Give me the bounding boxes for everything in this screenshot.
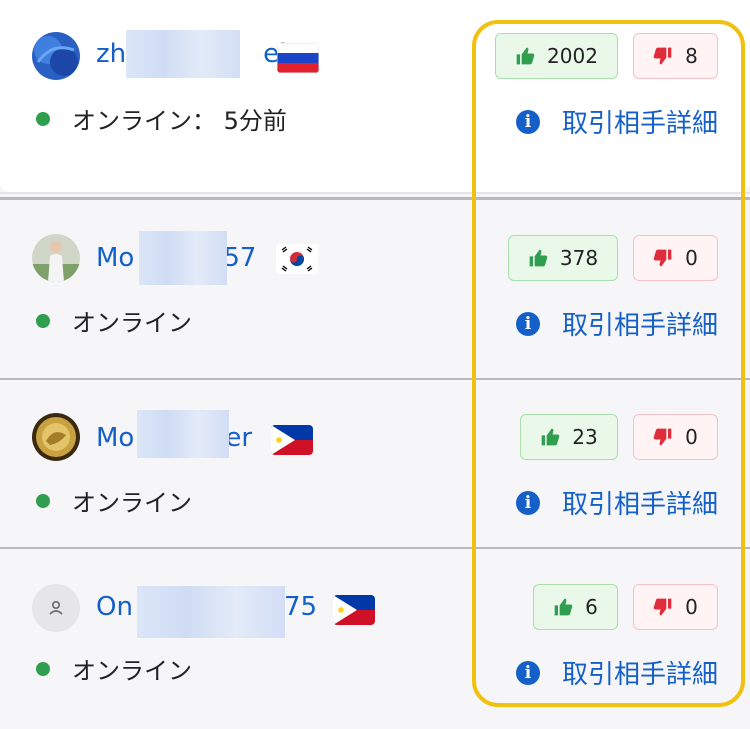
avatar[interactable] (32, 32, 80, 80)
online-status: オンライン (36, 303, 192, 338)
online-dot-icon (36, 111, 50, 126)
avatar[interactable] (32, 413, 80, 461)
redacted-username (137, 410, 229, 458)
online-status: オンライン (36, 483, 192, 518)
philippines-flag-icon (271, 425, 313, 455)
russia-flag-icon (277, 43, 319, 73)
redacted-username (126, 30, 240, 78)
online-status: オンライン： 5分前 (36, 101, 287, 136)
south-korea-flag-icon (276, 244, 318, 274)
philippines-flag-icon (333, 595, 375, 625)
online-status: オンライン (36, 651, 192, 686)
avatar[interactable] (32, 234, 80, 282)
highlight-outline (472, 20, 745, 707)
default-avatar-icon[interactable] (32, 584, 80, 632)
seller-list: zh ei オンライン： 5分前 2002 8 i 取引相手詳細 Mo 57 オ… (0, 0, 750, 729)
online-dot-icon (36, 493, 50, 508)
online-dot-icon (36, 661, 50, 676)
redacted-username (139, 231, 227, 285)
redacted-username (137, 586, 285, 638)
online-dot-icon (36, 313, 50, 328)
